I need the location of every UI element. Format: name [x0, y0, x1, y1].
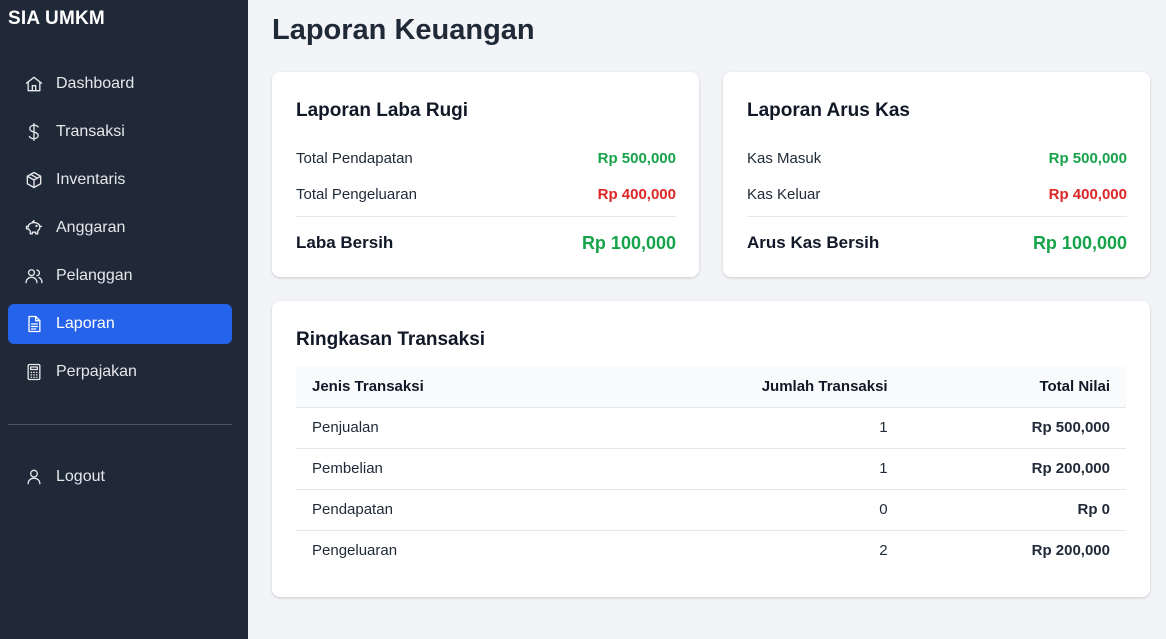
- cash-flow-card: Laporan Arus Kas Kas Masuk Rp 500,000 Ka…: [723, 72, 1150, 277]
- row-type: Penjualan: [296, 406, 586, 448]
- net-cash-flow-row: Arus Kas Bersih Rp 100,000: [747, 217, 1127, 269]
- net-profit-label: Laba Bersih: [296, 233, 394, 252]
- profit-loss-card: Laporan Laba Rugi Total Pendapatan Rp 50…: [272, 72, 699, 277]
- sidebar-item-perpajakan[interactable]: Perpajakan: [8, 352, 232, 392]
- sidebar-item-inventaris[interactable]: Inventaris: [8, 160, 232, 200]
- income-label: Total Pendapatan: [296, 149, 413, 167]
- table-row: Pengeluaran 2 Rp 200,000: [296, 529, 1126, 571]
- row-count: 1: [585, 406, 904, 448]
- main-content: Laporan Keuangan Laporan Laba Rugi Total…: [248, 0, 1166, 639]
- calculator-icon: [24, 362, 44, 382]
- table-header-row: Jenis Transaksi Jumlah Transaksi Total N…: [296, 367, 1126, 407]
- sidebar-item-label: Laporan: [56, 315, 115, 332]
- dollar-icon: [24, 122, 44, 142]
- row-type: Pembelian: [296, 447, 586, 489]
- expense-value: Rp 400,000: [597, 185, 676, 203]
- transaction-summary-card: Ringkasan Transaksi Jenis Transaksi Juml…: [272, 301, 1150, 597]
- box-icon: [24, 170, 44, 190]
- row-count: 2: [585, 529, 904, 571]
- sidebar: SIA UMKM Dashboard Transaksi Inventaris …: [0, 0, 248, 639]
- piggy-bank-icon: [24, 218, 44, 238]
- row-total: Rp 200,000: [903, 529, 1126, 571]
- logout-label: Logout: [56, 468, 105, 485]
- document-icon: [24, 314, 44, 334]
- brand-title: SIA UMKM: [8, 8, 105, 29]
- income-value: Rp 500,000: [597, 149, 676, 167]
- page-title: Laporan Keuangan: [272, 14, 535, 46]
- column-header-count: Jumlah Transaksi: [761, 378, 888, 396]
- sidebar-item-label: Pelanggan: [56, 267, 133, 284]
- expense-label: Total Pengeluaran: [296, 185, 417, 203]
- column-header-total: Total Nilai: [1039, 378, 1110, 396]
- cash-in-label: Kas Masuk: [747, 149, 822, 167]
- cash-out-row: Kas Keluar Rp 400,000: [747, 176, 1127, 212]
- sidebar-item-label: Anggaran: [56, 219, 126, 236]
- table-row: Penjualan 1 Rp 500,000: [296, 406, 1126, 448]
- sidebar-item-pelanggan[interactable]: Pelanggan: [8, 256, 232, 296]
- users-icon: [24, 266, 44, 286]
- summary-table: Jenis Transaksi Jumlah Transaksi Total N…: [296, 367, 1126, 571]
- row-total: Rp 200,000: [903, 447, 1126, 489]
- sidebar-item-label: Inventaris: [56, 171, 126, 188]
- logout-button[interactable]: Logout: [8, 457, 232, 497]
- cash-in-value: Rp 500,000: [1048, 149, 1127, 167]
- user-icon: [24, 467, 44, 487]
- expense-row: Total Pengeluaran Rp 400,000: [296, 176, 676, 212]
- row-total: Rp 500,000: [903, 406, 1126, 448]
- home-icon: [24, 74, 44, 94]
- net-profit-value: Rp 100,000: [581, 232, 676, 253]
- sidebar-item-dashboard[interactable]: Dashboard: [8, 64, 232, 104]
- column-header-type: Jenis Transaksi: [312, 378, 424, 396]
- cash-flow-title: Laporan Arus Kas: [747, 100, 910, 121]
- sidebar-item-label: Dashboard: [56, 75, 135, 92]
- row-count: 0: [585, 488, 904, 530]
- profit-loss-title: Laporan Laba Rugi: [296, 100, 469, 121]
- sidebar-item-label: Transaksi: [56, 123, 125, 140]
- sidebar-item-label: Perpajakan: [56, 363, 137, 380]
- table-row: Pendapatan 0 Rp 0: [296, 488, 1126, 530]
- cash-in-row: Kas Masuk Rp 500,000: [747, 140, 1127, 176]
- sidebar-item-anggaran[interactable]: Anggaran: [8, 208, 232, 248]
- net-cash-flow-label: Arus Kas Bersih: [747, 233, 880, 252]
- row-type: Pengeluaran: [296, 529, 586, 571]
- cash-out-label: Kas Keluar: [747, 185, 821, 203]
- summary-title: Ringkasan Transaksi: [296, 329, 486, 350]
- income-row: Total Pendapatan Rp 500,000: [296, 140, 676, 176]
- net-cash-flow-value: Rp 100,000: [1032, 232, 1127, 253]
- net-profit-row: Laba Bersih Rp 100,000: [296, 217, 676, 269]
- sidebar-divider: [8, 424, 232, 425]
- sidebar-nav: Dashboard Transaksi Inventaris Anggaran …: [8, 64, 232, 400]
- row-count: 1: [585, 447, 904, 489]
- row-total: Rp 0: [903, 488, 1126, 530]
- table-row: Pembelian 1 Rp 200,000: [296, 447, 1126, 489]
- sidebar-item-laporan[interactable]: Laporan: [8, 304, 232, 344]
- sidebar-item-transaksi[interactable]: Transaksi: [8, 112, 232, 152]
- row-type: Pendapatan: [296, 488, 586, 530]
- cash-out-value: Rp 400,000: [1048, 185, 1127, 203]
